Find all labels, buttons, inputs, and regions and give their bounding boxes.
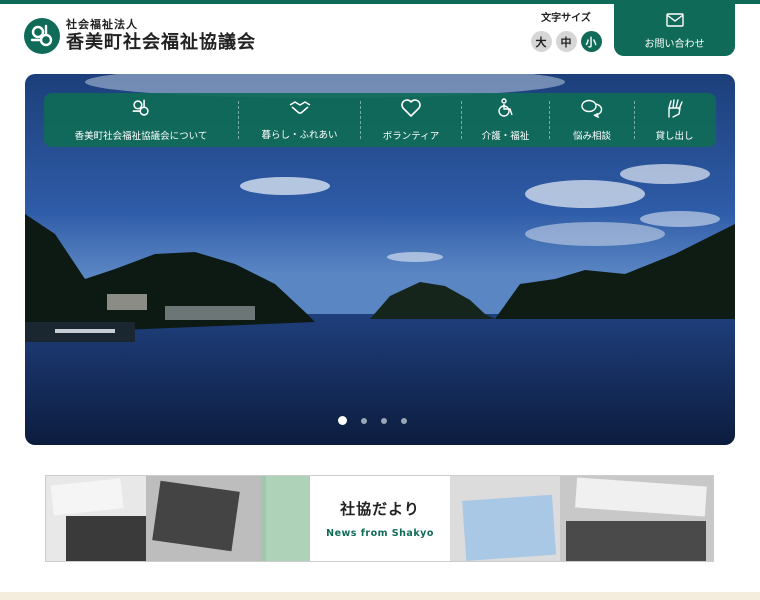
nav-label-consultation: 悩み相談 (572, 131, 611, 142)
footer-band (0, 592, 760, 600)
nav-item-consultation[interactable]: 悩み相談 (550, 93, 634, 147)
font-size-switcher: 文字サイズ 大 中 小 (528, 12, 604, 52)
font-size-medium-button[interactable]: 中 (555, 31, 577, 52)
nav-item-living[interactable]: 暮らし・ふれあい (239, 93, 360, 147)
org-type: 社会福祉法人 (66, 18, 138, 31)
nav-label-volunteer: ボランティア (382, 131, 440, 142)
wheelchair-icon (496, 98, 516, 122)
nav-label-about: 香美町社会福祉協議会について (74, 131, 208, 142)
font-size-large-button[interactable]: 大 (530, 31, 552, 52)
slider-dot[interactable] (401, 417, 407, 424)
slider-dot[interactable] (338, 416, 347, 425)
contact-button[interactable]: お問い合わせ (614, 3, 735, 56)
newsletter-subtitle: News from Shakyo (326, 528, 434, 539)
handshake-icon (288, 99, 312, 121)
slider-dot[interactable] (361, 417, 367, 424)
nav-label-rental: 貸し出し (655, 131, 694, 142)
org-name: 香美町社会福祉協議会 (66, 32, 256, 53)
contact-label: お問い合わせ (644, 39, 705, 50)
org-logo-icon (24, 18, 60, 54)
newsletter-label: 社協だより News from Shakyo (310, 476, 450, 561)
heart-icon (400, 98, 422, 122)
nav-label-living: 暮らし・ふれあい (261, 130, 338, 141)
main-navigation: 香美町社会福祉協議会について 暮らし・ふれあい ボランティア 介護・福祉 悩み相… (44, 93, 716, 147)
hand-rental-icon (665, 98, 685, 122)
slider-dot[interactable] (381, 417, 387, 424)
newsletter-title: 社協だより (340, 500, 420, 518)
nav-item-volunteer[interactable]: ボランティア (361, 93, 461, 147)
nav-label-care: 介護・福祉 (481, 131, 530, 142)
nav-item-rental[interactable]: 貸し出し (635, 93, 714, 147)
font-size-small-button[interactable]: 小 (580, 31, 602, 52)
mail-icon (665, 12, 684, 31)
newsletter-banner[interactable]: 社協だより News from Shakyo (45, 475, 714, 562)
org-logo-icon (131, 98, 151, 122)
nav-item-care[interactable]: 介護・福祉 (462, 93, 549, 147)
speech-bubbles-icon (580, 98, 604, 122)
font-size-label: 文字サイズ (541, 13, 591, 24)
site-logo[interactable]: 社会福祉法人 香美町社会福祉協議会 (24, 18, 256, 54)
nav-item-about[interactable]: 香美町社会福祉協議会について (44, 93, 238, 147)
slider-pagination (338, 416, 407, 425)
